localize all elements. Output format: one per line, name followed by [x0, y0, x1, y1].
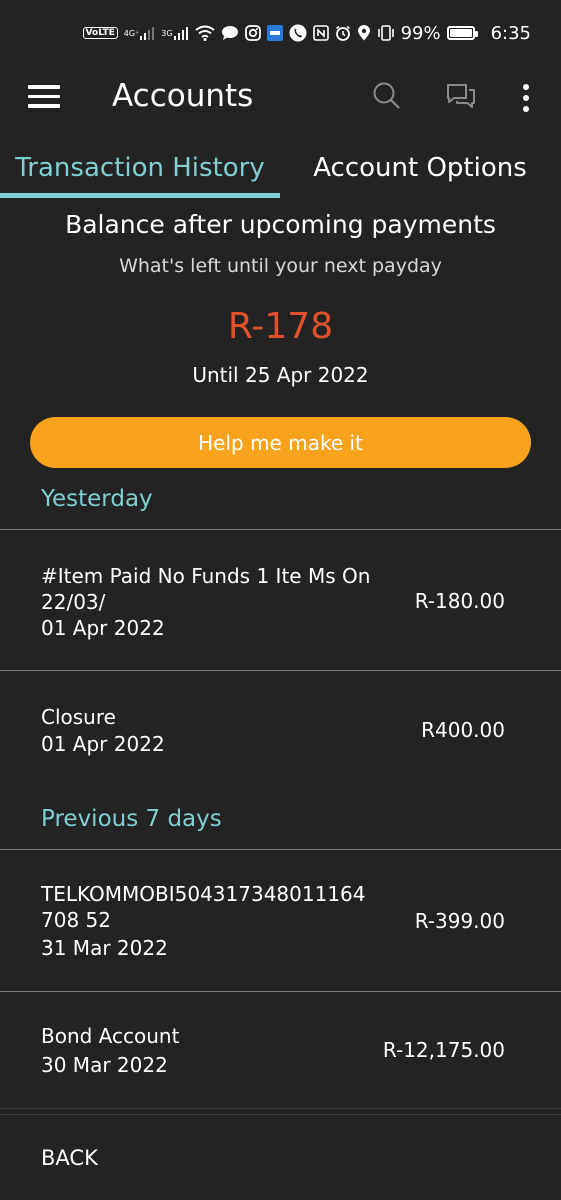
signal-icon-2: 3G	[161, 25, 188, 41]
instagram-icon	[244, 25, 261, 41]
alarm-icon	[335, 25, 351, 41]
transaction-amount: R-12,175.00	[382, 1038, 505, 1062]
transaction-description: TELKOMMOBI504317348011164708 52	[41, 882, 366, 932]
transaction-description: Closure	[41, 705, 116, 729]
balance-subtitle: What's left until your next payday	[119, 255, 442, 277]
transaction-row[interactable]: Closure 01 Apr 2022 R400.00	[0, 671, 561, 787]
transaction-amount: R400.00	[421, 718, 505, 742]
clock: 6:35	[490, 22, 531, 44]
battery-percent: 99%	[400, 22, 441, 44]
network-type-label-1: 4G⁺	[123, 28, 140, 38]
volte-icon: VoLTE	[82, 27, 118, 39]
app-bar: Accounts	[0, 66, 561, 132]
vibrate-icon	[377, 25, 395, 41]
app-notification-icon	[266, 25, 283, 41]
transaction-row[interactable]: TELKOMMOBI504317348011164708 52 31 Mar 2…	[0, 850, 561, 990]
footer-divider	[0, 1114, 561, 1115]
wifi-icon	[194, 25, 215, 41]
search-icon[interactable]	[372, 81, 402, 115]
transaction-date: 30 Mar 2022	[41, 1053, 168, 1077]
transaction-description: Bond Account	[41, 1024, 180, 1048]
more-vert-icon[interactable]	[521, 83, 531, 117]
tab-transaction-history[interactable]: Transaction History	[0, 140, 280, 198]
balance-title: Balance after upcoming payments	[65, 210, 496, 239]
chat-icon[interactable]	[445, 81, 477, 117]
tab-account-options[interactable]: Account Options	[280, 140, 560, 198]
transaction-date: 01 Apr 2022	[41, 616, 165, 640]
message-icon	[221, 25, 239, 41]
back-button[interactable]: BACK	[41, 1146, 98, 1170]
tab-bar: Transaction History Account Options	[0, 140, 561, 198]
section-header-yesterday: Yesterday	[41, 486, 153, 512]
transaction-row[interactable]: #Item Paid No Funds 1 Ite Ms On 22/03/ 0…	[0, 530, 561, 670]
balance-until-date: Until 25 Apr 2022	[192, 363, 369, 387]
section-header-previous-7-days: Previous 7 days	[41, 806, 222, 832]
network-type-label-2: 3G	[161, 28, 173, 38]
help-me-make-it-button[interactable]: Help me make it	[30, 417, 531, 468]
transaction-row[interactable]: Bond Account 30 Mar 2022 R-12,175.00	[0, 992, 561, 1106]
signal-icon-1: 4G⁺	[124, 25, 156, 41]
transaction-date: 31 Mar 2022	[41, 936, 168, 960]
menu-icon[interactable]	[28, 85, 60, 111]
status-bar: VoLTE 4G⁺ 3G 99% 6:35	[0, 0, 561, 66]
transaction-amount: R-180.00	[414, 589, 505, 613]
transaction-date: 01 Apr 2022	[41, 732, 165, 756]
nfc-icon	[312, 25, 329, 41]
balance-amount: R-178	[227, 306, 334, 347]
battery-icon	[446, 26, 478, 40]
location-icon	[357, 25, 371, 41]
transaction-description: #Item Paid No Funds 1 Ite Ms On 22/03/	[41, 564, 371, 614]
divider	[0, 1108, 561, 1109]
page-title: Accounts	[112, 78, 254, 114]
phone-icon	[289, 24, 307, 42]
transaction-amount: R-399.00	[414, 909, 505, 933]
